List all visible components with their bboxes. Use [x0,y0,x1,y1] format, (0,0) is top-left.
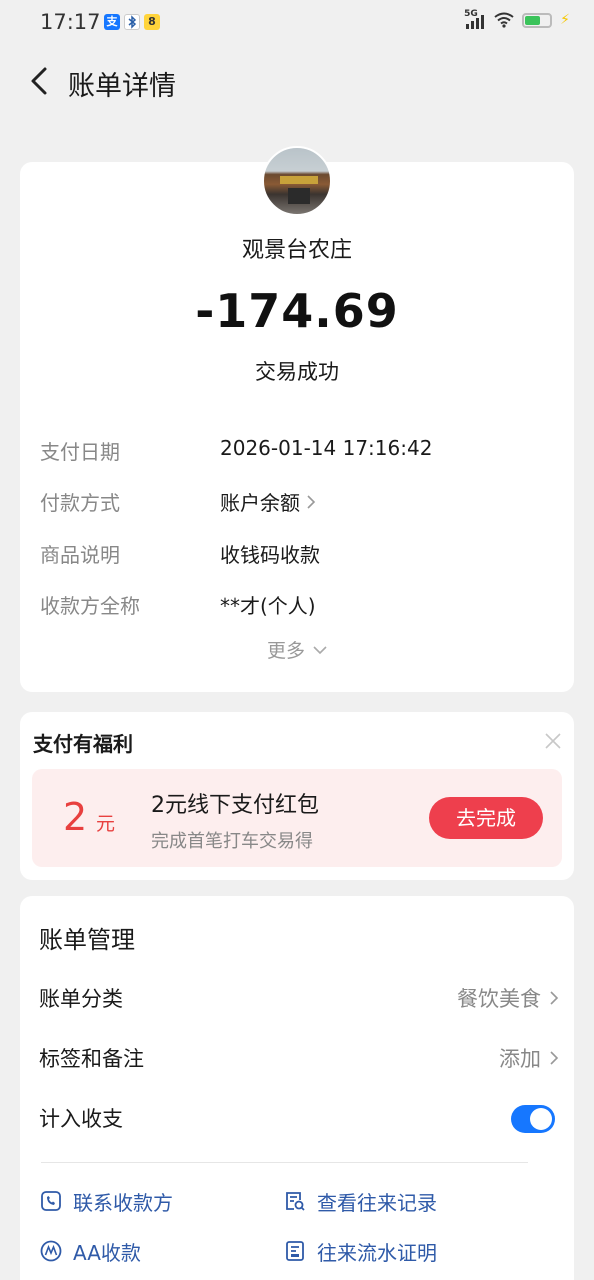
transaction-status: 交易成功 [255,360,339,384]
status-time: 17:17 [40,10,101,34]
status-indicators: 5G ⚡ [464,9,570,29]
detail-label: 收款方全称 [40,594,140,618]
detail-value: 收钱码收款 [220,543,320,567]
complete-task-button[interactable]: 去完成 [429,797,543,839]
coupon-unit: 元 [96,813,116,835]
more-toggle[interactable]: 更多 [20,636,574,663]
detail-label: 付款方式 [40,491,120,515]
chevron-right-icon [550,1051,559,1065]
benefit-card: 支付有福利 2 元 2元线下支付红包 完成首笔打车交易得 去完成 [20,712,574,880]
tags-notes-row[interactable]: 标签和备注 添加 [39,1043,559,1077]
transaction-amount: -174.69 [195,284,399,338]
detail-row-description: 商品说明 收钱码收款 [40,539,560,569]
detail-value: **才(个人) [220,594,316,618]
page-title: 账单详情 [68,71,176,102]
coupon-subtitle: 完成首笔打车交易得 [151,831,313,852]
contact-icon [41,1191,61,1211]
records-icon [286,1192,305,1211]
certificate-icon [286,1241,304,1261]
status-app-icons: 支 8 [104,14,160,30]
row-value: 餐饮美食 [457,983,559,1013]
merchant-avatar [262,146,332,216]
detail-label: 支付日期 [40,440,120,464]
chevron-right-icon [550,991,559,1005]
divider [41,1162,528,1163]
row-label: 计入收支 [39,1107,123,1131]
battery-icon [522,12,553,28]
page-header: 账单详情 [0,56,594,106]
include-in-budget-toggle[interactable] [511,1105,555,1133]
alipay-icon: 支 [104,14,120,30]
link-label: 查看往来记录 [317,1190,437,1215]
detail-row-payment-method[interactable]: 付款方式 账户余额 [40,487,560,517]
link-label: 往来流水证明 [317,1240,437,1265]
charging-icon: ⚡ [560,12,570,28]
back-icon[interactable] [26,64,56,98]
bill-management-card: 账单管理 账单分类 餐饮美食 标签和备注 添加 计入收支 联系收款方 查看往来记… [20,896,574,1280]
detail-value: 2026-01-14 17:16:42 [220,436,433,460]
wifi-icon [494,12,514,28]
coupon-title: 2元线下支付红包 [151,793,319,818]
chevron-down-icon [313,645,327,654]
detail-row-payee: 收款方全称 **才(个人) [40,590,560,620]
transaction-certificate-link[interactable]: 往来流水证明 [283,1236,437,1266]
view-records-link[interactable]: 查看往来记录 [283,1186,437,1216]
coupon-banner[interactable]: 2 元 2元线下支付红包 完成首笔打车交易得 去完成 [32,769,562,867]
row-label: 标签和备注 [39,1047,144,1071]
aa-icon [40,1240,62,1262]
include-in-budget-row: 计入收支 [39,1103,559,1137]
status-bar: 17:17 支 8 5G ⚡ [0,0,594,50]
row-value: 添加 [499,1043,559,1073]
bill-category-row[interactable]: 账单分类 餐饮美食 [39,983,559,1017]
yellow-app-icon: 8 [144,14,160,30]
row-label: 账单分类 [39,987,123,1011]
link-label: AA收款 [73,1240,141,1265]
detail-label: 商品说明 [40,543,120,567]
link-label: 联系收款方 [73,1190,173,1215]
benefit-title: 支付有福利 [33,732,133,756]
bill-summary-card: 观景台农庄 -174.69 交易成功 支付日期 2026-01-14 17:16… [20,146,574,692]
detail-row-date: 支付日期 2026-01-14 17:16:42 [40,436,560,466]
contact-payee-link[interactable]: 联系收款方 [39,1186,173,1216]
section-title: 账单管理 [39,926,135,954]
more-label: 更多 [266,640,305,662]
detail-value[interactable]: 账户余额 [220,487,316,516]
cellular-signal-icon: 5G [464,9,486,29]
close-icon[interactable] [544,732,562,750]
aa-collect-link[interactable]: AA收款 [39,1236,141,1266]
merchant-name: 观景台农庄 [241,238,352,263]
bluetooth-app-icon [124,14,140,30]
coupon-amount: 2 [63,795,88,839]
chevron-right-icon [307,494,316,509]
